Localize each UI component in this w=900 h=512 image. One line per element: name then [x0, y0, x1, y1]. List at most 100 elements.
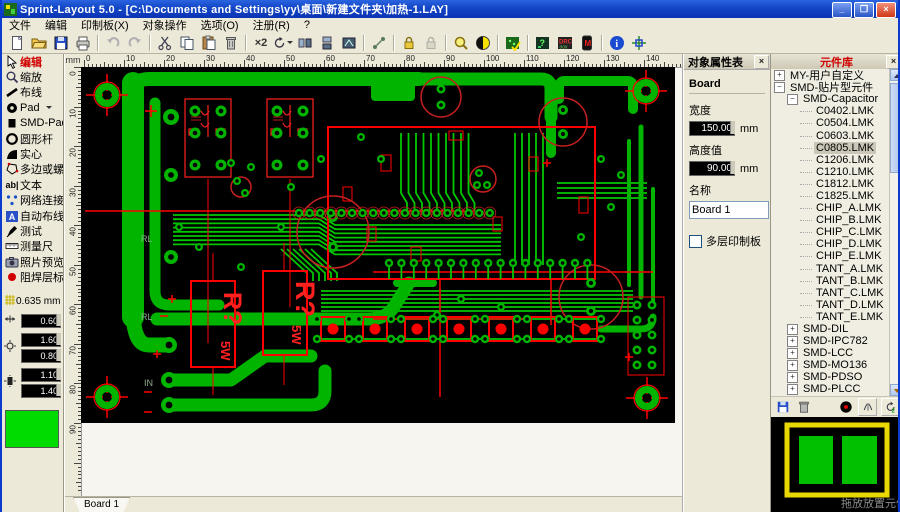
menu-item-2[interactable]: 印制板(X) [74, 17, 136, 33]
preview-background-toggle[interactable] [837, 399, 854, 415]
lock-button[interactable] [398, 32, 420, 53]
expand-icon[interactable]: + [774, 70, 785, 81]
scroll-thumb[interactable] [890, 83, 900, 173]
smd-width-field[interactable]: 1.10 [21, 368, 61, 382]
tree-item-smd-pdso[interactable]: +SMD-PDSO [771, 371, 891, 383]
collapse-icon[interactable]: − [774, 82, 785, 93]
cut-button[interactable] [154, 32, 176, 53]
tree-item-smd-[interactable]: −SMD-贴片型元件 [771, 81, 891, 93]
dropdown-arrow-icon[interactable] [287, 41, 293, 44]
tree-item-tant-b-lmk[interactable]: TANT_B.LMK [771, 275, 891, 287]
solder-mask-button[interactable]: M [576, 32, 598, 53]
spinner[interactable] [730, 161, 735, 174]
menu-item-6[interactable]: ? [297, 19, 317, 31]
new-button[interactable] [6, 32, 28, 53]
info-button[interactable]: i [606, 32, 628, 53]
tool-polygon[interactable]: 多边或螺旋 [2, 162, 63, 177]
open-button[interactable] [28, 32, 50, 53]
redo-button[interactable] [124, 32, 146, 53]
tree-item-c1206-lmk[interactable]: C1206.LMK [771, 154, 891, 166]
expand-icon[interactable]: + [787, 336, 798, 347]
menu-item-1[interactable]: 编辑 [38, 17, 74, 33]
tree-item-c1812-lmk[interactable]: C1812.LMK [771, 178, 891, 190]
drc-button[interactable]: DRCoox [554, 32, 576, 53]
contrast-button[interactable] [472, 32, 494, 53]
grid-setting[interactable]: 0.635 mm [2, 294, 63, 309]
tree-item-c0504-lmk[interactable]: C0504.LMK [771, 117, 891, 129]
tab-board1[interactable]: Board 1 [73, 497, 130, 512]
multilayer-checkbox[interactable] [689, 235, 702, 248]
spinner[interactable] [56, 314, 61, 326]
spinner[interactable] [56, 384, 61, 396]
scale-x2-button[interactable]: ×2 [250, 32, 272, 53]
smd-height-field[interactable]: 1.40 [21, 384, 61, 398]
tree-item-chip-d-lmk[interactable]: CHIP_D.LMK [771, 238, 891, 250]
mirror-horizontal-button[interactable] [294, 32, 316, 53]
tool-smd-pad[interactable]: SMD-Pad [2, 116, 63, 131]
save-component-button[interactable] [774, 399, 791, 415]
tree-item-tant-a-lmk[interactable]: TANT_A.LMK [771, 263, 891, 275]
tool-track[interactable]: 布线 [2, 85, 63, 100]
tool-edit[interactable]: 编辑 [2, 54, 63, 69]
pad-drill-field[interactable]: 0.80 [21, 349, 61, 363]
zoom-button[interactable] [450, 32, 472, 53]
tree-item-c0805-lmk[interactable]: C0805.LMK [771, 142, 891, 154]
paste-button[interactable] [198, 32, 220, 53]
board-width-field[interactable]: 150.00 [689, 121, 735, 136]
undo-button[interactable] [102, 32, 124, 53]
save-button[interactable] [50, 32, 72, 53]
scroll-up-icon[interactable] [890, 69, 900, 81]
spinner[interactable] [730, 121, 735, 134]
pad-outer-field[interactable]: 1.60 [21, 333, 61, 347]
board-check-button[interactable] [502, 32, 524, 53]
layer-color-swatch[interactable] [5, 410, 59, 448]
restore-button[interactable]: ❐ [854, 2, 874, 18]
close-library-icon[interactable]: × [886, 55, 900, 69]
tree-item-smd-lcc[interactable]: +SMD-LCC [771, 347, 891, 359]
copy-button[interactable] [176, 32, 198, 53]
tree-item-smd-capacitor[interactable]: −SMD-Capacitor [771, 93, 891, 105]
pcb-board-drawing[interactable]: R? 5W R? 5W RL RL IN [81, 67, 675, 423]
menu-item-0[interactable]: 文件 [2, 17, 38, 33]
spinner[interactable] [56, 368, 61, 380]
tool-pad[interactable]: Pad [2, 100, 63, 115]
dropdown-arrow-icon[interactable] [46, 106, 52, 109]
menu-item-4[interactable]: 选项(O) [194, 17, 246, 33]
delete-button[interactable] [220, 32, 242, 53]
tree-item-tant-d-lmk[interactable]: TANT_D.LMK [771, 299, 891, 311]
title-bar[interactable]: Sprint-Layout 5.0 - [C:\Documents and Se… [2, 0, 898, 18]
tool-photoview[interactable]: 照片预览 [2, 254, 63, 269]
tool-zoom[interactable]: 缩放 [2, 69, 63, 84]
menu-item-5[interactable]: 注册(R) [246, 17, 297, 33]
tree-item-c1210-lmk[interactable]: C1210.LMK [771, 166, 891, 178]
spinner[interactable] [56, 333, 61, 345]
print-button[interactable] [72, 32, 94, 53]
tree-item-c0603-lmk[interactable]: C0603.LMK [771, 129, 891, 141]
expand-icon[interactable]: + [787, 360, 798, 371]
tool-solid[interactable]: 实心 [2, 146, 63, 161]
ratsnest-button[interactable] [368, 32, 390, 53]
mirror-vertical-button[interactable] [316, 32, 338, 53]
collapse-icon[interactable]: − [787, 94, 798, 105]
tree-item-c1825-lmk[interactable]: C1825.LMK [771, 190, 891, 202]
delete-component-button[interactable] [795, 399, 812, 415]
tree-item-chip-a-lmk[interactable]: CHIP_A.LMK [771, 202, 891, 214]
library-scrollbar[interactable] [889, 69, 900, 396]
track-width-field[interactable]: 0.60 [21, 314, 61, 328]
rotate-button[interactable] [272, 32, 294, 53]
tree-item-chip-b-lmk[interactable]: CHIP_B.LMK [771, 214, 891, 226]
pcb-canvas[interactable]: mm 0102030405060708090100110120130140 01… [64, 54, 683, 512]
tree-item-chip-c-lmk[interactable]: CHIP_C.LMK [771, 226, 891, 238]
tool-measure[interactable]: 测量尺 [2, 239, 63, 254]
minimize-button[interactable]: _ [832, 2, 852, 18]
tool-circle[interactable]: 圆形杆 [2, 131, 63, 146]
close-button[interactable]: × [876, 2, 896, 18]
tree-item-smd-dil[interactable]: +SMD-DIL [771, 323, 891, 335]
origin-button[interactable] [628, 32, 650, 53]
tool-test[interactable]: 测试 [2, 223, 63, 238]
menu-item-3[interactable]: 对象操作 [136, 17, 194, 33]
tree-item-c0402-lmk[interactable]: C0402.LMK [771, 105, 891, 117]
spinner[interactable] [56, 349, 61, 361]
mirror-component-button[interactable] [858, 398, 877, 416]
board-name-input[interactable] [689, 201, 769, 219]
